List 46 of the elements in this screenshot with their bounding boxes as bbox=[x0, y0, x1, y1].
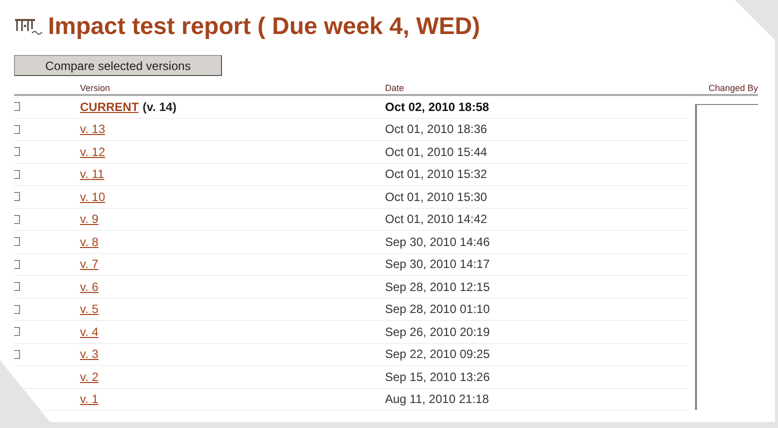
version-link[interactable]: v. 3 bbox=[80, 347, 98, 362]
column-header: Date bbox=[385, 83, 406, 94]
checkbox[interactable] bbox=[14, 282, 20, 292]
date-cell: Sep 30, 2010 14:46 bbox=[385, 234, 490, 249]
version-link[interactable]: v. 5 bbox=[80, 302, 98, 316]
date-cell: Aug 11, 2010 21:18 bbox=[385, 392, 489, 406]
version-number: (v. 14) bbox=[142, 100, 176, 114]
column-header: Version bbox=[80, 83, 112, 94]
checkbox[interactable] bbox=[14, 192, 20, 202]
date-cell: Sep 28, 2010 01:10 bbox=[385, 302, 490, 316]
page-title: Impact test report ( Due week 4, WED) bbox=[48, 13, 480, 41]
version-link[interactable]: v. 4 bbox=[80, 324, 98, 339]
version-link[interactable]: v. 8 bbox=[80, 234, 98, 249]
version-link[interactable]: v. 11 bbox=[80, 167, 104, 182]
checkbox[interactable] bbox=[14, 350, 20, 359]
version-link[interactable]: v. 12 bbox=[80, 144, 106, 159]
checkbox[interactable] bbox=[14, 124, 20, 134]
version-link[interactable]: v. 13 bbox=[80, 122, 106, 136]
version-link[interactable]: v. 9 bbox=[80, 212, 98, 226]
column-header: Changed By bbox=[708, 83, 758, 94]
checkbox[interactable] bbox=[14, 102, 20, 112]
version-link[interactable]: v. 7 bbox=[80, 257, 98, 272]
version-link[interactable]: CURRENT bbox=[80, 100, 139, 114]
date-cell: Oct 01, 2010 14:42 bbox=[385, 212, 488, 226]
checkbox[interactable] bbox=[14, 304, 20, 314]
date-cell: Oct 01, 2010 15:32 bbox=[385, 167, 488, 182]
checkbox[interactable] bbox=[14, 214, 20, 224]
date-cell: Sep 15, 2010 13:26 bbox=[385, 370, 490, 384]
checkbox[interactable] bbox=[14, 237, 20, 246]
date-cell: Sep 30, 2010 14:17 bbox=[385, 257, 490, 272]
checkbox[interactable] bbox=[14, 170, 20, 179]
version-link[interactable]: v. 6 bbox=[80, 280, 98, 294]
version-link[interactable]: v. 10 bbox=[80, 190, 106, 204]
date-cell: Sep 22, 2010 09:25 bbox=[385, 347, 490, 362]
version-link[interactable]: v. 1 bbox=[80, 392, 98, 406]
date-cell: Oct 01, 2010 15:30 bbox=[385, 190, 488, 204]
checkbox[interactable] bbox=[14, 327, 20, 336]
checkbox[interactable] bbox=[14, 260, 20, 269]
date-cell: Oct 01, 2010 18:36 bbox=[385, 122, 488, 136]
compare-button[interactable]: Compare selected versions bbox=[14, 55, 222, 76]
date-cell: Sep 26, 2010 20:19 bbox=[385, 324, 490, 339]
checkbox[interactable] bbox=[14, 147, 20, 156]
version-link[interactable]: v. 2 bbox=[80, 370, 98, 384]
date-cell: Oct 02, 2010 18:58 bbox=[385, 100, 490, 114]
date-cell: Sep 28, 2010 12:15 bbox=[385, 280, 490, 294]
date-cell: Oct 01, 2010 15:44 bbox=[385, 144, 488, 159]
